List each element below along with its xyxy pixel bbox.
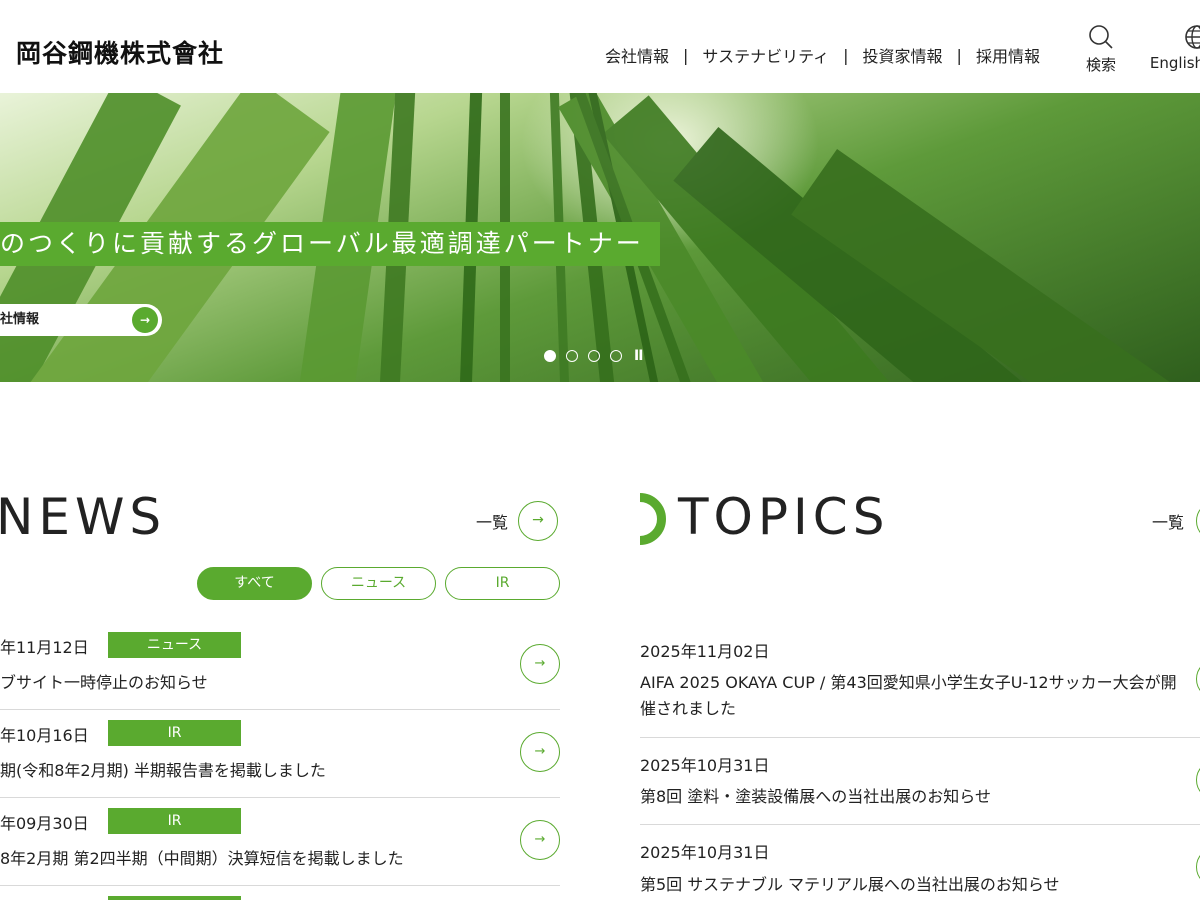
- news-heading: NEWS: [0, 488, 167, 546]
- global-nav: 会社情報 | サステナビリティ | 投資家情報 | 採用情報: [605, 43, 1040, 67]
- news-title: ブサイト一時停止のお知らせ: [0, 673, 208, 692]
- news-category-badge: IR: [108, 808, 241, 834]
- nav-item-sustainability[interactable]: サステナビリティ: [702, 43, 829, 67]
- topic-title: AIFA 2025 OKAYA CUP / 第43回愛知県小学生女子U-12サッ…: [640, 673, 1177, 718]
- news-more-link[interactable]: 一覧 →: [476, 501, 559, 541]
- search-label: 検索: [1086, 56, 1117, 74]
- nav-divider: |: [683, 45, 689, 65]
- news-list-item[interactable]: 年11月12日 ニュース ブサイト一時停止のお知らせ →: [0, 622, 560, 710]
- globe-icon: [1185, 25, 1200, 49]
- pause-icon[interactable]: II: [634, 348, 643, 364]
- filter-news[interactable]: ニュース: [321, 567, 436, 600]
- arrow-right-icon: →: [518, 501, 559, 541]
- slide-dot-2[interactable]: [566, 350, 578, 362]
- topic-title: 第5回 サステナブル マテリアル展への当社出展のお知らせ: [640, 875, 1060, 894]
- nav-divider: |: [843, 45, 849, 65]
- news-list-item[interactable]: 年10月16日 IR 期(令和8年2月期) 半期報告書を掲載しました →: [0, 710, 560, 798]
- topic-list-item[interactable]: 2025年11月02日 AIFA 2025 OKAYA CUP / 第43回愛知…: [640, 622, 1200, 738]
- hero-catchphrase: のつくりに貢献するグローバル最適調達パートナー: [0, 222, 660, 266]
- site-header: 岡谷鋼機株式會社 会社情報 | サステナビリティ | 投資家情報 | 採用情報 …: [0, 0, 1200, 93]
- company-logo[interactable]: 岡谷鋼機株式會社: [16, 34, 224, 70]
- slide-dot-3[interactable]: [588, 350, 600, 362]
- nav-item-company[interactable]: 会社情報: [605, 43, 669, 67]
- nav-divider: |: [956, 45, 962, 65]
- topic-date: 2025年10月31日: [640, 843, 770, 862]
- nav-item-recruit[interactable]: 採用情報: [976, 43, 1040, 67]
- news-category-badge-partial: [108, 896, 241, 900]
- language-label: English: [1149, 54, 1200, 72]
- news-category-badge: IR: [108, 720, 241, 746]
- nav-item-investors[interactable]: 投資家情報: [863, 43, 943, 67]
- news-list-item[interactable]: 年09月30日 IR 8年2月期 第2四半期（中間期）決算短信を掲載しました →: [0, 798, 560, 886]
- topic-date: 2025年11月02日: [640, 642, 770, 661]
- topic-list-item[interactable]: 2025年10月31日 第5回 サステナブル マテリアル展への当社出展のお知らせ: [640, 825, 1200, 900]
- filter-all[interactable]: すべて: [197, 567, 312, 600]
- arrow-right-icon[interactable]: [1196, 847, 1200, 887]
- arrow-right-icon[interactable]: →: [520, 644, 560, 684]
- search-button[interactable]: 検索: [1086, 24, 1116, 75]
- filter-ir[interactable]: IR: [445, 567, 560, 600]
- hero-company-button[interactable]: 社情報 →: [0, 304, 162, 336]
- news-title: 期(令和8年2月期) 半期報告書を掲載しました: [0, 761, 326, 780]
- slide-dot-1[interactable]: [544, 350, 556, 362]
- topic-list-item[interactable]: 2025年10月31日 第8回 塗料・塗装設備展への当社出展のお知らせ: [640, 738, 1200, 825]
- language-switch[interactable]: English: [1144, 24, 1200, 72]
- topic-title: 第8回 塗料・塗装設備展への当社出展のお知らせ: [640, 787, 991, 806]
- arrow-right-icon[interactable]: [1196, 760, 1200, 800]
- arrow-right-icon[interactable]: →: [520, 820, 560, 860]
- news-date: 年09月30日: [0, 814, 89, 833]
- topics-more-label: 一覧: [1152, 513, 1185, 532]
- arrow-right-icon[interactable]: [1196, 659, 1200, 699]
- slider-pagination: II: [544, 348, 643, 364]
- news-filter-tabs: すべて ニュース IR: [197, 567, 560, 600]
- search-icon: [1089, 25, 1113, 49]
- news-date: 年10月16日: [0, 726, 89, 745]
- arrow-right-icon: →: [132, 307, 158, 333]
- hero-button-label: 社情報: [0, 312, 40, 327]
- topic-date: 2025年10月31日: [640, 756, 770, 775]
- slide-dot-4[interactable]: [610, 350, 622, 362]
- topics-heading: TOPICS: [678, 488, 890, 546]
- topics-more-link[interactable]: 一覧: [1152, 509, 1184, 533]
- news-more-label: 一覧: [476, 513, 509, 532]
- topics-ring-decoration: [640, 493, 666, 545]
- hero-slider: のつくりに貢献するグローバル最適調達パートナー 社情報 → II: [0, 93, 1200, 382]
- arrow-right-icon[interactable]: →: [520, 732, 560, 772]
- news-date: 年11月12日: [0, 638, 89, 657]
- news-title: 8年2月期 第2四半期（中間期）決算短信を掲載しました: [0, 849, 404, 868]
- topics-more-arrow-icon[interactable]: [1196, 501, 1200, 541]
- news-category-badge: ニュース: [108, 632, 241, 658]
